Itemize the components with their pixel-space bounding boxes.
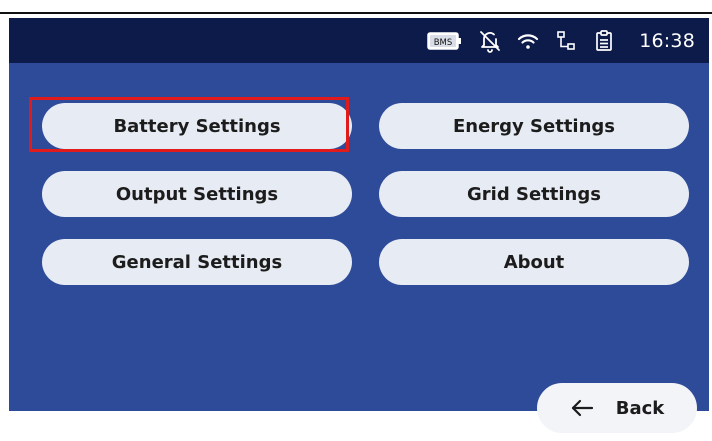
clipboard-icon <box>591 28 617 54</box>
output-settings-button[interactable]: Output Settings <box>42 171 352 217</box>
back-label: Back <box>615 397 665 419</box>
grid-settings-button[interactable]: Grid Settings <box>379 171 689 217</box>
top-divider <box>0 12 712 14</box>
wifi-icon <box>515 28 541 54</box>
energy-settings-button[interactable]: Energy Settings <box>379 103 689 149</box>
bms-label: BMS <box>434 38 453 48</box>
back-button[interactable]: Back <box>537 383 697 433</box>
about-button[interactable]: About <box>379 239 689 285</box>
clock: 16:38 <box>639 29 695 52</box>
general-settings-button[interactable]: General Settings <box>42 239 352 285</box>
arrow-left-icon <box>570 398 594 418</box>
status-bar: BMS 16:38 <box>9 18 709 63</box>
battery-settings-button[interactable]: Battery Settings <box>42 103 352 149</box>
network-icon <box>553 28 579 54</box>
settings-screen: Battery Settings Energy Settings Output … <box>9 63 709 433</box>
bell-off-icon <box>477 28 503 54</box>
bms-battery-icon: BMS <box>425 28 465 54</box>
